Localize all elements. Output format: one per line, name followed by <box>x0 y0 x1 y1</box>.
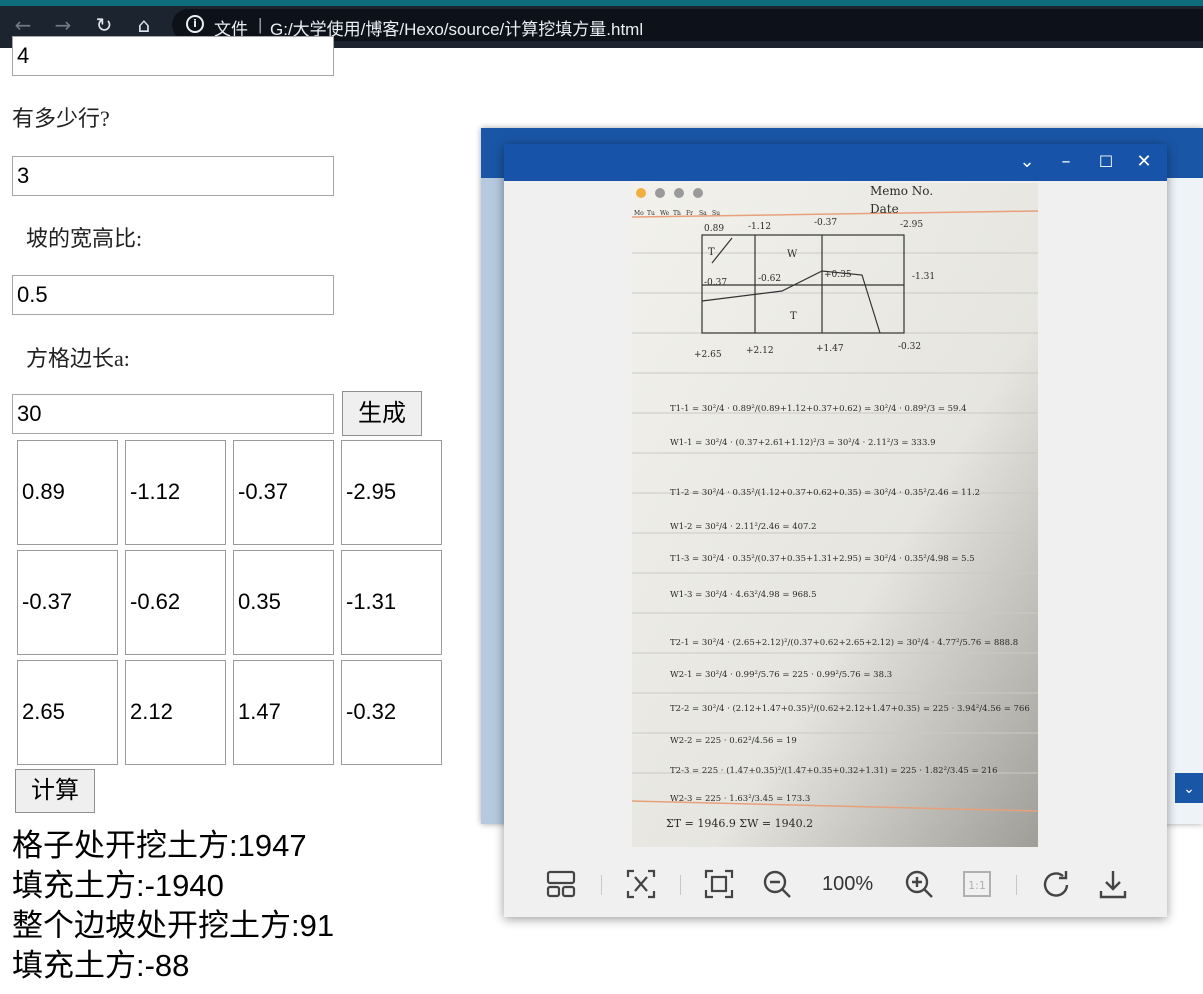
rotate-icon[interactable] <box>1039 867 1073 901</box>
weekday-label: We <box>660 210 670 217</box>
sketch-value: -0.37 <box>704 278 727 288</box>
actual-size-icon[interactable]: 1:1 <box>960 867 994 901</box>
equation-line: T1-3 = 30²/4 · 0.35²/(0.37+0.35+1.31+2.9… <box>670 553 975 564</box>
grid-cell[interactable]: 0.35 <box>233 550 334 655</box>
side-input[interactable]: 30 <box>12 394 334 434</box>
background-window-sidepanel <box>1167 178 1203 824</box>
grid-cell[interactable]: 1.47 <box>233 660 334 765</box>
equation-line: W2-2 = 225 · 0.62²/4.56 = 19 <box>670 736 797 746</box>
equation-line: W2-1 = 30²/4 · 0.99²/5.76 = 225 · 0.99²/… <box>670 670 892 680</box>
equation-line: T1-2 = 30²/4 · 0.35²/(1.12+0.37+0.62+0.3… <box>670 487 980 498</box>
actual-size-label: 1:1 <box>968 879 986 892</box>
sketch-value: -0.37 <box>814 218 837 228</box>
download-icon[interactable] <box>1096 867 1130 901</box>
grid-cell[interactable]: 2.65 <box>17 660 118 765</box>
zoom-out-icon[interactable] <box>760 867 794 901</box>
grid-cell[interactable]: 0.89 <box>17 440 118 545</box>
weekday-label: Su <box>712 210 720 217</box>
equation-line: W1-3 = 30²/4 · 4.63²/4.98 = 968.5 <box>670 590 817 600</box>
grid-cell[interactable]: -0.37 <box>17 550 118 655</box>
zoom-level: 100% <box>822 873 874 895</box>
weekday-label: Mo <box>634 210 644 217</box>
slope-input[interactable]: 0.5 <box>12 275 334 315</box>
date-label: Date <box>870 202 899 216</box>
forward-icon[interactable]: → <box>50 12 76 38</box>
equation-line: W1-1 = 30²/4 · (0.37+2.61+1.12)²/3 = 30²… <box>670 437 935 448</box>
grid-cell[interactable]: -0.32 <box>341 660 442 765</box>
weekday-label: Tu <box>647 210 655 217</box>
sketch-value: +2.65 <box>694 350 722 360</box>
slope-question: 坡的宽高比: <box>26 226 143 251</box>
sketch-value: +2.12 <box>746 346 774 356</box>
memo-label: Memo No. <box>870 184 933 198</box>
zoom-in-icon[interactable] <box>902 867 936 901</box>
background-window-edge <box>481 178 505 824</box>
layout-icon[interactable] <box>544 867 578 901</box>
equation-line: ΣT = 1946.9 ΣW = 1940.2 <box>666 817 813 830</box>
side-question: 方格边长a: <box>26 346 130 371</box>
sketch-value: +1.47 <box>816 344 844 354</box>
fit-screen-icon[interactable] <box>702 867 736 901</box>
refresh-icon[interactable]: ↻ <box>91 12 117 38</box>
result-fill: 填充土方:-1940 <box>12 868 224 903</box>
toolbar-divider <box>680 875 681 895</box>
equation-line: T2-3 = 225 · (1.47+0.35)²/(1.47+0.35+0.3… <box>670 765 998 776</box>
toolbar-divider <box>1016 875 1017 895</box>
back-icon[interactable]: ← <box>10 12 36 38</box>
weekday-label: Th <box>673 210 681 217</box>
sketch-value: -0.32 <box>898 342 921 352</box>
minimize-icon[interactable]: – <box>1053 150 1079 174</box>
equation-line: T2-2 = 30²/4 · (2.12+1.47+0.35)²/(0.62+2… <box>670 703 1030 714</box>
sketch-value: -0.62 <box>758 274 781 284</box>
rows-question: 有多少行? <box>12 106 110 131</box>
grid-cell[interactable]: -0.62 <box>125 550 226 655</box>
weekday-label: Fr <box>686 210 693 217</box>
toolbar-divider <box>601 875 602 895</box>
grid-cell[interactable]: 2.12 <box>125 660 226 765</box>
result-excavation: 格子处开挖土方:1947 <box>12 828 307 863</box>
sketch-value: 0.89 <box>704 224 724 234</box>
maximize-icon[interactable]: ☐ <box>1093 150 1119 174</box>
sketch-zone-label: T <box>708 247 715 258</box>
viewer-toolbar: 100% 1:1 <box>504 849 1167 917</box>
sketch-zone-label: T <box>790 311 797 322</box>
equation-line: T2-1 = 30²/4 · (2.65+2.12)²/(0.37+0.62+2… <box>670 637 1018 648</box>
rows-input[interactable]: 3 <box>12 156 334 196</box>
grid-cell[interactable]: -1.12 <box>125 440 226 545</box>
image-viewer: ⌄ – ☐ ✕ Mo Tu We Th Fr Sa Su Memo No. Da… <box>504 144 1167 917</box>
grid-cell[interactable]: -0.37 <box>233 440 334 545</box>
equation-line: W2-3 = 225 · 1.63²/3.45 = 173.3 <box>670 794 810 804</box>
chevron-down-icon[interactable]: ⌄ <box>1014 150 1040 174</box>
result-slope-fill: 填充土方:-88 <box>12 948 190 983</box>
home-icon[interactable]: ⌂ <box>131 12 157 38</box>
cols-input[interactable]: 4 <box>12 36 334 76</box>
sketch-value: -1.31 <box>912 272 935 282</box>
close-icon[interactable]: ✕ <box>1131 150 1157 174</box>
weekday-label: Sa <box>699 210 707 217</box>
sketch-value: +0.35 <box>824 270 852 280</box>
generate-button[interactable]: 生成 <box>342 391 422 436</box>
grid-cell[interactable]: -1.31 <box>341 550 442 655</box>
sketch-zone-label: W <box>787 249 798 260</box>
equation-line: T1-1 = 30²/4 · 0.89²/(0.89+1.12+0.37+0.6… <box>670 403 967 414</box>
grid-cell[interactable]: -2.95 <box>341 440 442 545</box>
notebook-photo: Mo Tu We Th Fr Sa Su Memo No. Date 0.89 … <box>632 183 1038 847</box>
calculate-button[interactable]: 计算 <box>15 769 95 813</box>
chevron-down-icon[interactable]: ⌄ <box>1175 773 1203 803</box>
sketch-value: -2.95 <box>900 220 923 230</box>
equation-line: W1-2 = 30²/4 · 2.11²/2.46 = 407.2 <box>670 522 817 532</box>
info-icon[interactable]: i <box>186 15 204 33</box>
viewer-titlebar: ⌄ – ☐ ✕ <box>504 144 1167 181</box>
result-slope-excavation: 整个边坡处开挖土方:91 <box>12 908 335 943</box>
sketch-value: -1.12 <box>748 222 771 232</box>
address-separator: | <box>258 15 263 34</box>
text-recognition-icon[interactable] <box>624 867 658 901</box>
